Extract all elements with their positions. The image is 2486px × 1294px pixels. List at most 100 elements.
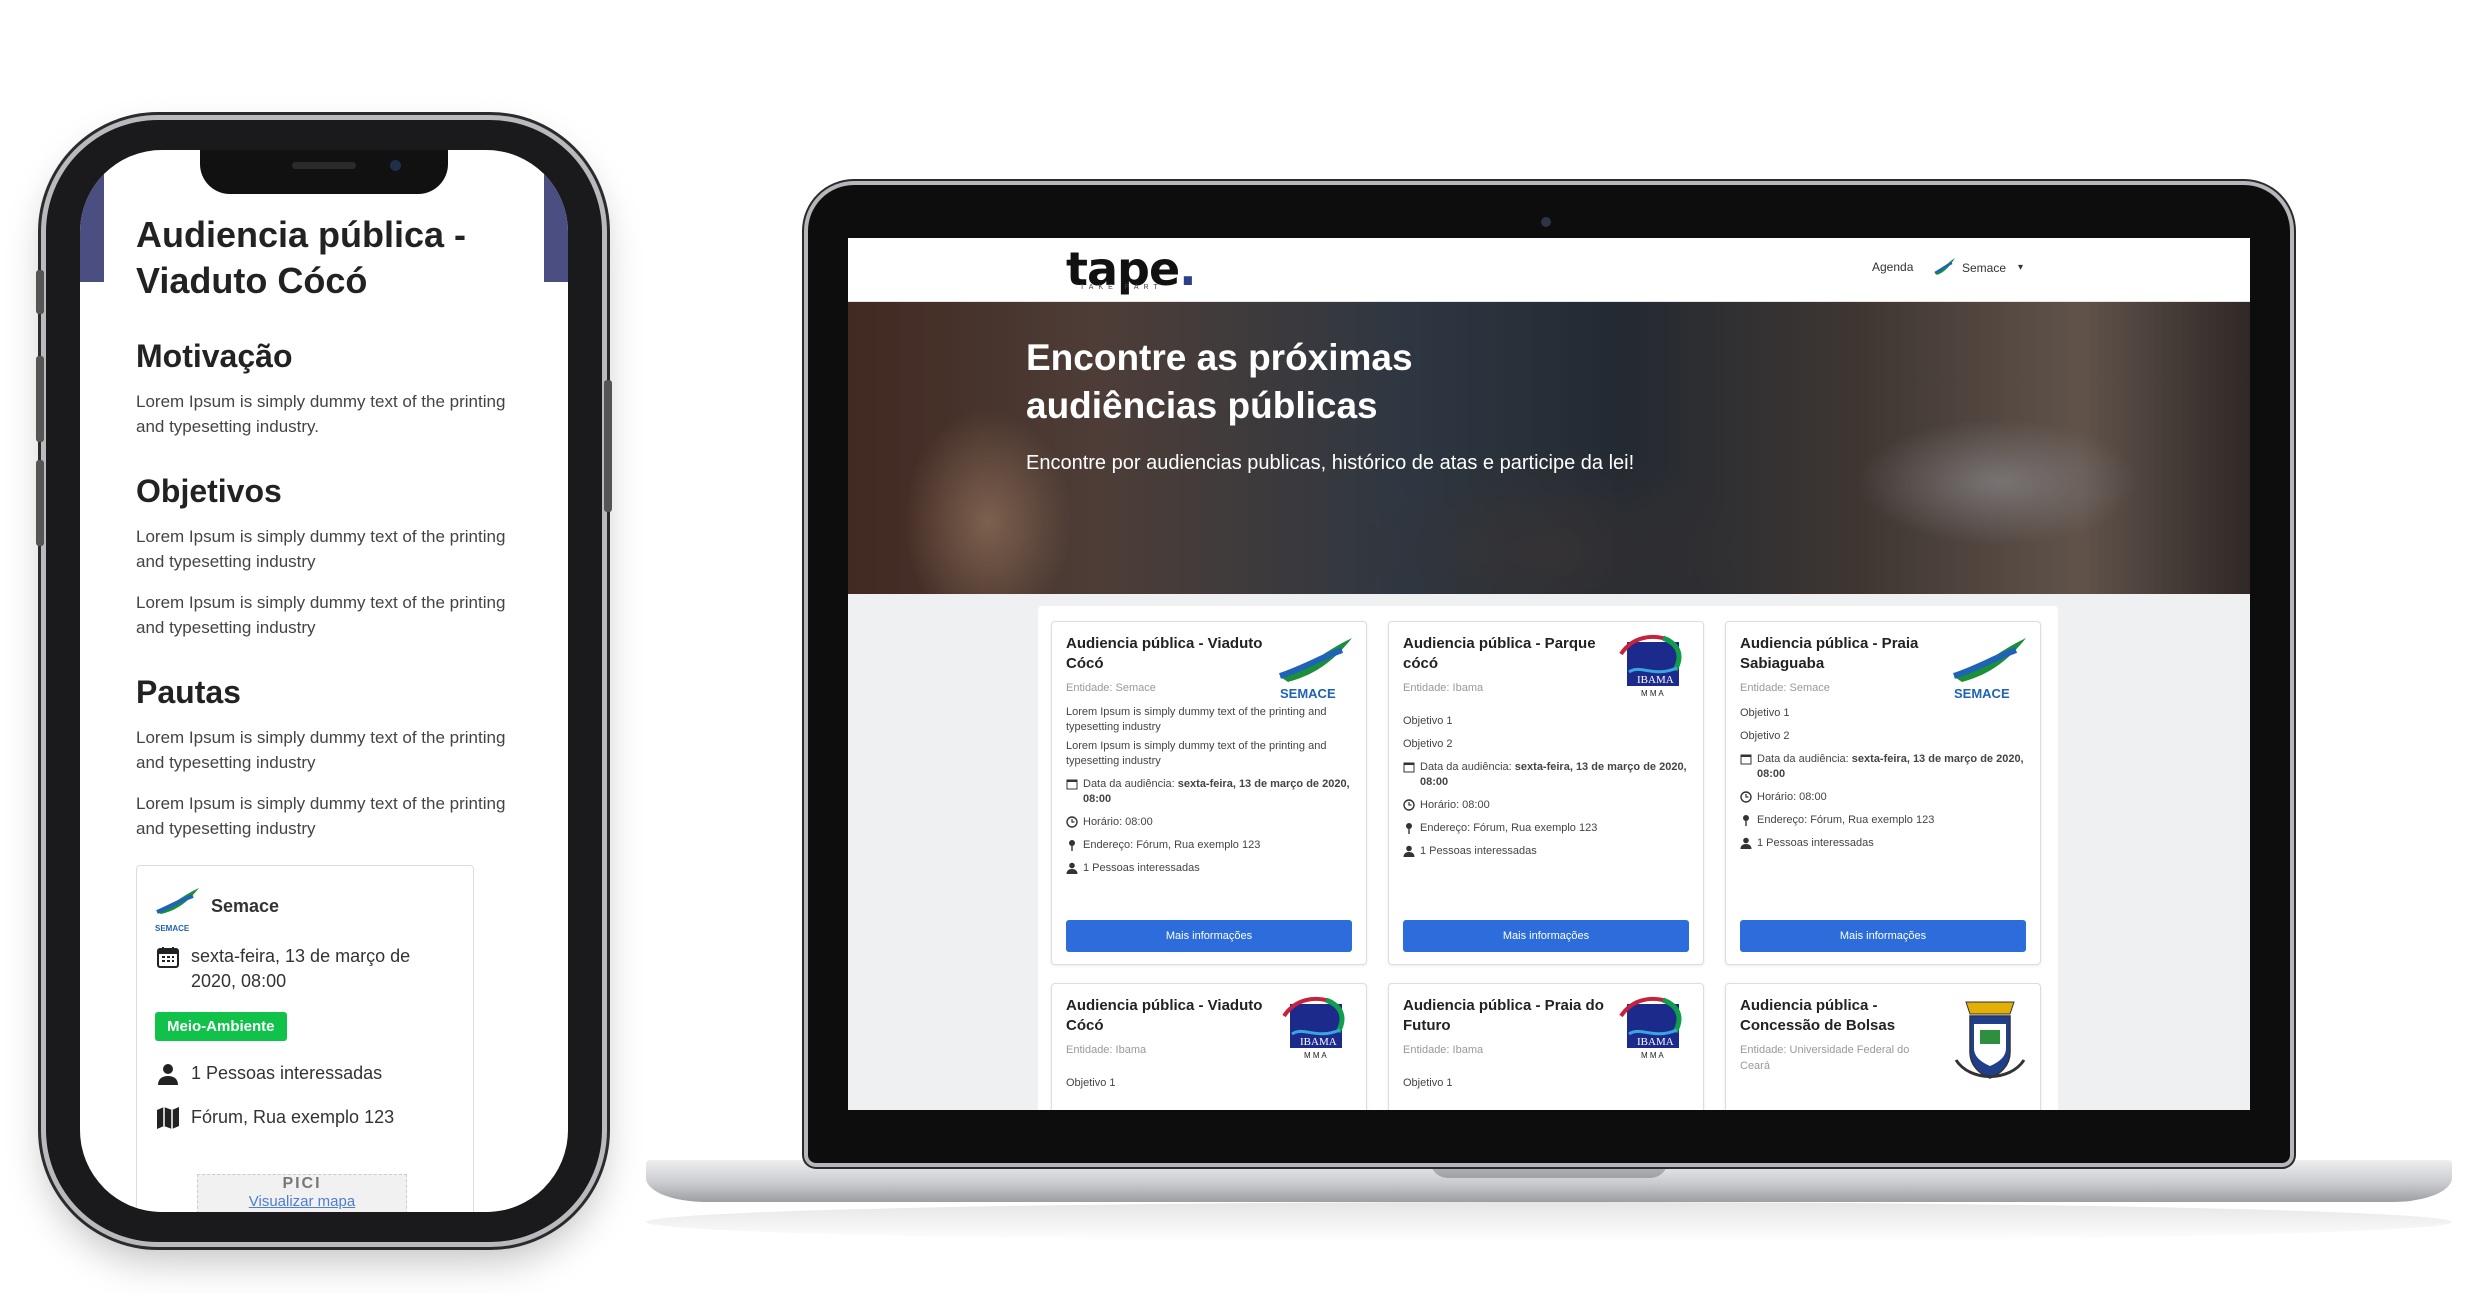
section-heading-pautas: Pautas xyxy=(136,674,241,710)
map-preview[interactable]: PICI Visualizar mapa xyxy=(197,1174,407,1212)
card-address: Endereço: Fórum, Rua exemplo 123 xyxy=(1403,821,1689,836)
hearing-card: Audiencia pública - Praia do Futuro Enti… xyxy=(1388,983,1704,1110)
page-title: Audiencia pública - Viaduto Cócó xyxy=(136,214,467,301)
hero-title: Encontre as próximas audiências públicas xyxy=(1026,337,1413,426)
card-date: Data da audiência: sexta-feira, 13 de ma… xyxy=(1740,752,2026,782)
phone-screen: Audiencia pública - Viaduto Cócó Motivaç… xyxy=(80,150,568,1212)
semace-logo: SEMACE xyxy=(1276,634,1356,706)
pin-icon xyxy=(1069,840,1075,851)
hearing-card: Audiencia pública - Parque cócó Entidade… xyxy=(1388,621,1704,965)
ibama-logo: IBAMA M M A xyxy=(1613,634,1693,706)
clock-icon xyxy=(1403,799,1415,811)
hearing-card: Audiencia pública - Praia Sabiaguaba Ent… xyxy=(1725,621,2041,965)
card-title[interactable]: Audiencia pública - Praia Sabiaguaba xyxy=(1740,634,1950,674)
calendar-icon xyxy=(155,944,181,970)
card-entity: Entidade: Ibama xyxy=(1403,682,1484,694)
front-camera xyxy=(390,160,401,171)
card-time: Horário: 08:00 xyxy=(1403,798,1689,813)
semace-avatar-icon xyxy=(1934,256,1956,279)
card-entity: Entidade: Semace xyxy=(1740,682,1830,694)
map-icon xyxy=(155,1105,181,1131)
more-info-button[interactable]: Mais informações xyxy=(1403,920,1689,952)
person-icon xyxy=(155,1061,181,1087)
address: Fórum, Rua exemplo 123 xyxy=(191,1107,395,1127)
entity-name: Semace xyxy=(211,895,280,916)
card-title[interactable]: Audiencia pública - Viaduto Cócó xyxy=(1066,634,1276,674)
category-tag[interactable]: Meio-Ambiente xyxy=(155,1012,287,1041)
section-heading-objetivos: Objetivos xyxy=(136,473,282,509)
card-date: Data da audiência: sexta-feira, 13 de ma… xyxy=(1066,777,1352,807)
card-entity: Entidade: Universidade Federal do Ceará xyxy=(1740,1044,1910,1072)
card-entity: Entidade: Ibama xyxy=(1403,1044,1484,1056)
speaker xyxy=(292,162,356,169)
person-icon xyxy=(1740,837,1752,849)
ufc-crest-logo xyxy=(1950,996,2030,1079)
card-entity: Entidade: Semace xyxy=(1066,682,1156,694)
map-label: PICI xyxy=(282,1175,322,1192)
hearing-info-card: SEMACE Semace sexta-feira, 13 de março d… xyxy=(136,865,474,1212)
phone-volume-up xyxy=(36,356,44,442)
card-time: Horário: 08:00 xyxy=(1066,815,1352,830)
phone-power-button xyxy=(604,380,612,512)
logo-tagline: TAKE PART xyxy=(1080,284,1163,291)
card-interested: 1 Pessoas interessadas xyxy=(1740,836,2026,851)
card-address: Endereço: Fórum, Rua exemplo 123 xyxy=(1740,813,2026,828)
card-entity: Entidade: Ibama xyxy=(1066,1044,1147,1056)
nav-agenda-link[interactable]: Agenda xyxy=(1872,260,1913,274)
clock-icon xyxy=(1740,791,1752,803)
interested-count: 1 Pessoas interessadas xyxy=(191,1063,383,1083)
person-icon xyxy=(1066,862,1078,874)
phone-mockup: Audiencia pública - Viaduto Cócó Motivaç… xyxy=(36,120,612,1242)
user-name: Semace xyxy=(1962,260,2007,275)
pin-icon xyxy=(1406,823,1412,834)
clock-icon xyxy=(1066,816,1078,828)
more-info-button[interactable]: Mais informações xyxy=(1740,920,2026,952)
card-title[interactable]: Audiencia pública - Concessão de Bolsas xyxy=(1740,996,1950,1036)
more-info-button[interactable]: Mais informações xyxy=(1066,920,1352,952)
card-text: Lorem Ipsum is simply dummy text of the … xyxy=(1066,706,1327,733)
semace-logo: SEMACE xyxy=(1950,634,2030,706)
semace-logo: SEMACE xyxy=(155,886,201,933)
card-interested: 1 Pessoas interessadas xyxy=(1066,861,1352,876)
laptop-camera xyxy=(1541,217,1551,227)
calendar-icon xyxy=(1066,779,1078,790)
card-address: Endereço: Fórum, Rua exemplo 123 xyxy=(1066,838,1352,853)
phone-notch xyxy=(200,150,448,194)
user-menu[interactable]: Semace ▾ xyxy=(1934,256,2023,279)
card-text: Lorem Ipsum is simply dummy text of the … xyxy=(1066,740,1327,767)
view-map-link[interactable]: Visualizar mapa xyxy=(198,1193,406,1210)
card-title[interactable]: Audiencia pública - Praia do Futuro xyxy=(1403,996,1613,1036)
ibama-logo: IBAMA M M A xyxy=(1613,996,1693,1068)
card-title[interactable]: Audiencia pública - Parque cócó xyxy=(1403,634,1613,674)
card-text: Objetivo 1 xyxy=(1403,1077,1453,1089)
hero-banner: Encontre as próximas audiências públicas… xyxy=(848,302,2250,594)
section-paragraph: Lorem Ipsum is simply dummy text of the … xyxy=(136,527,506,571)
hearing-card: Audiencia pública - Concessão de Bolsas … xyxy=(1725,983,2041,1110)
card-text: Objetivo 1 xyxy=(1740,707,1790,719)
hearing-card: Audiencia pública - Viaduto Cócó Entidad… xyxy=(1051,983,1367,1110)
laptop-screen: tape. TAKE PART Agenda Semace ▾ Encontre… xyxy=(848,238,2250,1110)
card-text: Objetivo 1 xyxy=(1403,715,1453,727)
calendar-icon xyxy=(1740,754,1752,765)
card-title[interactable]: Audiencia pública - Viaduto Cócó xyxy=(1066,996,1276,1036)
pin-icon xyxy=(1743,815,1749,826)
card-text: Objetivo 2 xyxy=(1740,730,1790,742)
section-heading-motivacao: Motivação xyxy=(136,338,293,374)
phone-volume-down xyxy=(36,460,44,546)
top-navbar: tape. TAKE PART Agenda Semace ▾ xyxy=(848,238,2250,302)
section-paragraph: Lorem Ipsum is simply dummy text of the … xyxy=(136,728,506,772)
section-paragraph: Lorem Ipsum is simply dummy text of the … xyxy=(136,392,506,436)
card-interested: 1 Pessoas interessadas xyxy=(1403,844,1689,859)
laptop-mockup: tape. TAKE PART Agenda Semace ▾ Encontre… xyxy=(808,185,2290,1163)
section-paragraph: Lorem Ipsum is simply dummy text of the … xyxy=(136,593,506,637)
calendar-icon xyxy=(1403,762,1415,773)
person-icon xyxy=(1403,845,1415,857)
card-text: Objetivo 1 xyxy=(1066,1077,1116,1089)
phone-silent-switch xyxy=(36,270,44,314)
card-text: Objetivo 2 xyxy=(1403,738,1453,750)
card-time: Horário: 08:00 xyxy=(1740,790,2026,805)
laptop-shadow xyxy=(646,1202,2452,1242)
hearing-card: Audiencia pública - Viaduto Cócó Entidad… xyxy=(1051,621,1367,965)
chevron-down-icon: ▾ xyxy=(2018,262,2024,273)
hero-subtitle: Encontre por audiencias publicas, histór… xyxy=(1026,452,1635,474)
